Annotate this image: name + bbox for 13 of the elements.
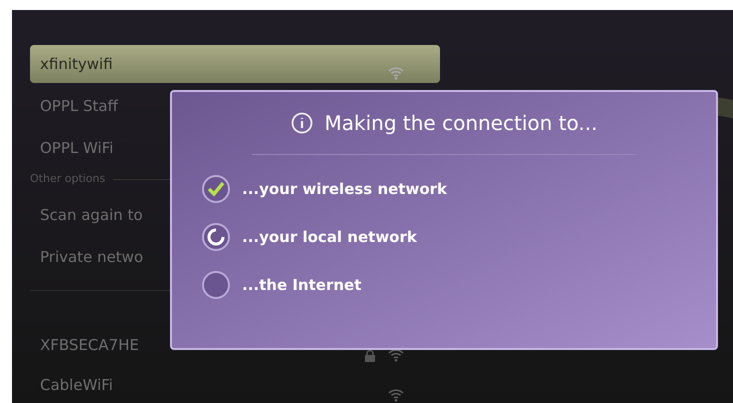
network-item[interactable]: xfinitywifi	[30, 45, 440, 83]
step-label: ...the Internet	[242, 274, 362, 296]
wifi-icon	[388, 388, 404, 402]
wifi-icon	[388, 66, 404, 80]
step-label: ...your wireless network	[242, 178, 447, 200]
info-icon	[290, 112, 313, 134]
wifi-icon	[388, 348, 404, 362]
step-label: ...your local network	[242, 226, 417, 248]
network-item[interactable]: XFBSECA7HE	[30, 326, 440, 364]
section-heading: Other options	[30, 171, 106, 187]
dialog-title: Making the connection to...	[324, 110, 598, 137]
lock-icon	[364, 350, 376, 362]
network-item[interactable]: CableWiFi	[30, 366, 440, 403]
